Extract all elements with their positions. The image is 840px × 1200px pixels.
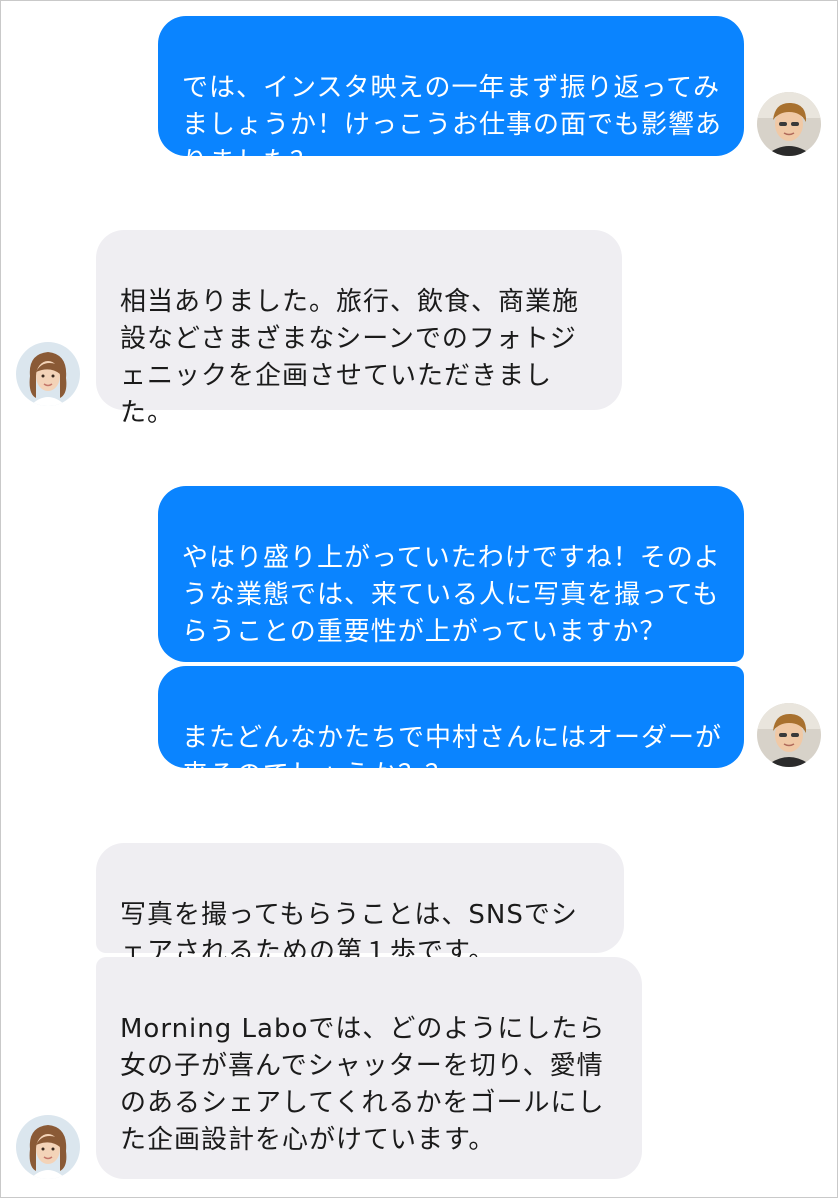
message-bubble-outgoing[interactable]: やはり盛り上がっていたわけですね！そのような業態では、来ている人に写真を撮っても…	[158, 486, 744, 662]
female-avatar-icon	[16, 342, 80, 406]
message-bubble-incoming[interactable]: 相当ありました。旅行、飲食、商業施設などさまざまなシーンでのフォトジェニックを企…	[96, 230, 622, 428]
male-avatar-icon	[757, 703, 821, 767]
male-avatar-icon	[757, 92, 821, 156]
interviewer-avatar[interactable]	[757, 703, 821, 767]
female-avatar-icon	[16, 1115, 80, 1179]
message-text: やはり盛り上がっていたわけですね！そのような業態では、来ている人に写真を撮っても…	[182, 543, 721, 647]
message-bubble-outgoing[interactable]: またどんなかたちで中村さんにはオーダーが来るのでしょうか？？	[158, 666, 744, 790]
guest-avatar[interactable]	[16, 342, 80, 406]
guest-avatar[interactable]	[16, 1115, 80, 1179]
message-text: 相当ありました。旅行、飲食、商業施設などさまざまなシーンでのフォトジェニックを企…	[120, 287, 580, 428]
message-bubble-incoming[interactable]: 写真を撮ってもらうことは、SNSでシェアされるための第１歩です。	[96, 843, 624, 967]
message-text: Morning Laboでは、どのようにしたら女の子が喜んでシャッターを切り、愛…	[120, 1014, 606, 1155]
message-bubble-incoming[interactable]: Morning Laboでは、どのようにしたら女の子が喜んでシャッターを切り、愛…	[96, 957, 642, 1179]
interviewer-avatar[interactable]	[757, 92, 821, 156]
message-bubble-outgoing[interactable]: では、インスタ映えの一年まず振り返ってみましょうか！けっこうお仕事の面でも影響あ…	[158, 16, 744, 177]
